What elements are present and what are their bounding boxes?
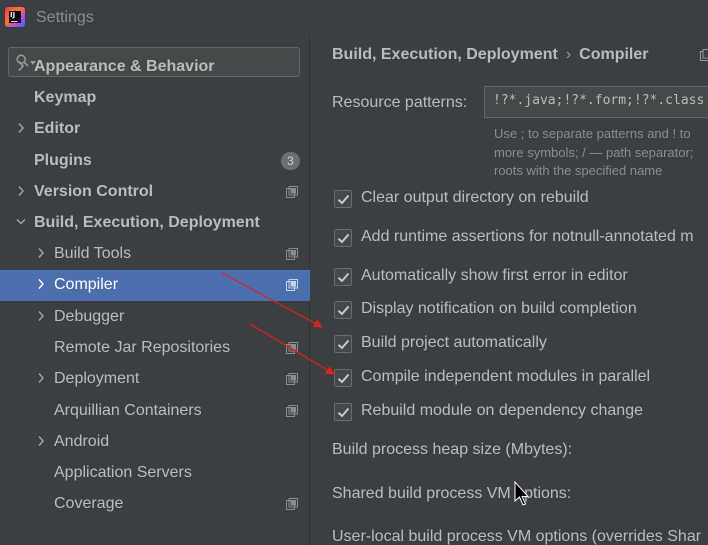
project-scope-icon <box>286 248 298 260</box>
hint-line: more symbols; / — path separator; <box>494 144 694 160</box>
checkbox-box[interactable] <box>334 190 352 208</box>
sidebar-item-label: Deployment <box>54 370 140 387</box>
sidebar-item-appearance-behavior[interactable]: Appearance & Behavior <box>0 52 310 83</box>
sidebar-item-plugins[interactable]: Plugins 3 <box>0 146 310 177</box>
sidebar-item-label: Build Tools <box>54 245 132 262</box>
sidebar-item-deployment[interactable]: Deployment <box>0 364 310 395</box>
checkbox-box[interactable] <box>334 268 352 286</box>
chevron-right-icon[interactable] <box>36 310 46 322</box>
check-mark-icon <box>337 272 350 283</box>
chevron-right-icon[interactable] <box>16 122 26 134</box>
sidebar-item-remote-jar-repositories[interactable]: Remote Jar Repositories <box>0 333 310 364</box>
settings-sidebar: Appearance & Behavior Keymap Editor Plugins… <box>0 36 310 545</box>
breadcrumb-separator: › <box>565 46 572 63</box>
sidebar-item-label: Version Control <box>34 183 154 200</box>
check-mark-icon <box>337 233 350 244</box>
breadcrumb-current: Compiler <box>579 46 649 63</box>
checkbox-label: Build project automatically <box>361 334 547 351</box>
project-scope-icon <box>286 186 298 198</box>
breadcrumb: Build, Execution, Deployment › Compiler <box>332 46 648 64</box>
user-local-vm-options-label: User-local build process VM options (ove… <box>332 528 702 545</box>
sidebar-item-label: Compiler <box>54 276 119 293</box>
checkbox-box[interactable] <box>334 229 352 247</box>
sidebar-item-label: Editor <box>34 120 81 137</box>
plugins-update-count-badge: 3 <box>281 152 300 170</box>
project-scope-icon <box>286 373 298 385</box>
sidebar-item-label: Application Servers <box>54 464 192 481</box>
intellij-idea-logo-icon: IJ <box>5 7 25 27</box>
resource-patterns-hint: Use ; to separate patterns and ! to more… <box>494 125 708 181</box>
sidebar-item-coverage[interactable]: Coverage <box>0 489 310 520</box>
chevron-right-icon[interactable] <box>36 247 46 259</box>
sidebar-item-label: Build, Execution, Deployment <box>34 214 260 231</box>
checkbox-label: Clear output directory on rebuild <box>361 189 589 206</box>
sidebar-item-label: Android <box>54 433 110 450</box>
window-title: Settings <box>36 9 94 26</box>
hint-line: roots with the specified name <box>494 163 663 178</box>
chevron-down-icon[interactable] <box>16 216 26 228</box>
sidebar-item-editor[interactable]: Editor <box>0 114 310 145</box>
checkbox-box[interactable] <box>334 403 352 421</box>
runtime-assertions-checkbox[interactable]: Add runtime assertions for notnull-annot… <box>334 227 708 251</box>
shared-vm-options-label: Shared build process VM options: <box>332 485 572 502</box>
chevron-right-icon[interactable] <box>16 185 26 197</box>
show-first-error-checkbox[interactable]: Automatically show first error in editor <box>334 266 708 290</box>
sidebar-item-arquillian-containers[interactable]: Arquillian Containers <box>0 396 310 427</box>
check-mark-icon <box>337 305 350 316</box>
sidebar-item-label: Coverage <box>54 495 124 512</box>
sidebar-item-label: Appearance & Behavior <box>34 58 215 75</box>
compiler-settings-panel: Build, Execution, Deployment › Compiler Re… <box>311 36 708 545</box>
sidebar-item-application-servers[interactable]: Application Servers <box>0 458 310 489</box>
project-scope-icon <box>286 279 298 291</box>
sidebar-item-label: Remote Jar Repositories <box>54 339 231 356</box>
checkbox-label: Rebuild module on dependency change <box>361 402 643 419</box>
clear-output-checkbox[interactable]: Clear output directory on rebuild <box>334 188 708 212</box>
sidebar-item-android[interactable]: Android <box>0 427 310 458</box>
chevron-right-icon[interactable] <box>36 372 46 384</box>
checkbox-label: Automatically show first error in editor <box>361 267 628 284</box>
sidebar-item-build-execution-deployment[interactable]: Build, Execution, Deployment <box>0 208 310 239</box>
checkbox-box[interactable] <box>334 369 352 387</box>
sidebar-item-keymap[interactable]: Keymap <box>0 83 310 114</box>
checkbox-label: Add runtime assertions for notnull-annot… <box>361 228 694 245</box>
project-scope-icon <box>286 342 298 354</box>
check-mark-icon <box>337 339 350 350</box>
sidebar-item-version-control[interactable]: Version Control <box>0 177 310 208</box>
sidebar-item-label: Debugger <box>54 308 125 325</box>
rebuild-on-dependency-checkbox[interactable]: Rebuild module on dependency change <box>334 401 708 425</box>
sidebar-item-label: Keymap <box>34 89 97 106</box>
resource-patterns-label: Resource patterns: <box>332 94 468 111</box>
build-notification-checkbox[interactable]: Display notification on build completion <box>334 299 708 323</box>
project-scope-icon <box>286 498 298 510</box>
chevron-right-icon[interactable] <box>36 278 46 290</box>
chevron-right-icon[interactable] <box>36 435 46 447</box>
hint-line: Use ; to separate patterns and ! to <box>494 126 691 141</box>
sidebar-item-debugger[interactable]: Debugger <box>0 302 310 333</box>
check-mark-icon <box>337 194 350 205</box>
checkbox-label: Display notification on build completion <box>361 300 637 317</box>
heap-size-label: Build process heap size (Mbytes): <box>332 441 573 458</box>
sidebar-item-compiler[interactable]: Compiler <box>0 270 310 301</box>
title-bar: IJ Settings <box>0 0 708 36</box>
build-automatically-checkbox[interactable]: Build project automatically <box>334 333 708 357</box>
parallel-compile-checkbox[interactable]: Compile independent modules in parallel <box>334 367 708 391</box>
resource-patterns-input[interactable]: !?*.java;!?*.form;!?*.class <box>484 86 708 118</box>
check-mark-icon <box>337 407 350 418</box>
checkbox-box[interactable] <box>334 301 352 319</box>
chevron-right-icon[interactable] <box>16 60 26 72</box>
check-mark-icon <box>337 373 350 384</box>
checkbox-box[interactable] <box>334 335 352 353</box>
sidebar-item-label: Plugins <box>34 152 92 169</box>
sidebar-item-label: Arquillian Containers <box>54 402 202 419</box>
breadcrumb-parent: Build, Execution, Deployment <box>332 46 558 63</box>
project-scope-icon <box>286 405 298 417</box>
sidebar-item-build-tools[interactable]: Build Tools <box>0 239 310 270</box>
project-scope-icon <box>700 49 708 61</box>
checkbox-label: Compile independent modules in parallel <box>361 368 651 385</box>
